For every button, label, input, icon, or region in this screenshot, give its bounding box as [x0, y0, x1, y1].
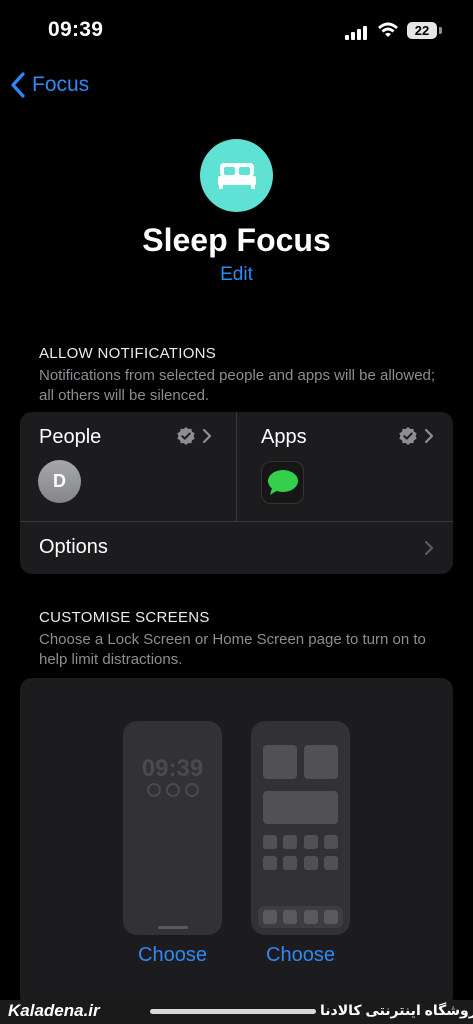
widget-placeholder — [263, 745, 297, 779]
section-description-customise-screens: Choose a Lock Screen or Home Screen page… — [39, 631, 426, 668]
battery-tip — [439, 27, 442, 34]
dock-app-placeholder — [304, 910, 318, 924]
app-placeholder — [263, 856, 277, 870]
lock-screen-preview[interactable]: 09:39 — [123, 721, 222, 935]
home-indicator — [150, 1009, 316, 1014]
chevron-right-icon — [202, 428, 212, 444]
chevron-right-icon — [424, 428, 434, 444]
app-placeholder — [324, 856, 338, 870]
edit-button[interactable]: Edit — [0, 264, 473, 286]
section-header-allow-notifications: ALLOW NOTIFICATIONS — [39, 345, 217, 362]
widget-placeholder — [263, 791, 338, 824]
back-button[interactable]: Focus — [10, 70, 89, 100]
battery-icon: 22 — [407, 22, 437, 39]
avatar: D — [38, 460, 81, 503]
widget-circle — [185, 783, 199, 797]
dock-app-placeholder — [263, 910, 277, 924]
watermark-left: Kaladena.ir — [8, 1001, 100, 1020]
options-row[interactable]: Options — [20, 522, 453, 574]
dock-app-placeholder — [324, 910, 338, 924]
cellular-signal-icon — [345, 24, 371, 40]
apps-cell[interactable]: Apps — [237, 412, 453, 521]
app-placeholder — [324, 835, 338, 849]
status-time: 09:39 — [48, 18, 104, 41]
watermark-right: فروشگاه اینترنتی کالادنا — [320, 1002, 473, 1018]
chevron-right-icon — [424, 540, 434, 556]
chevron-left-icon — [11, 72, 25, 98]
dock — [258, 906, 343, 928]
people-cell[interactable]: People D — [20, 412, 236, 521]
widget-placeholder — [304, 745, 338, 779]
apps-label: Apps — [261, 426, 307, 448]
bed-icon — [200, 139, 273, 212]
app-placeholder — [283, 835, 297, 849]
options-label: Options — [39, 536, 108, 558]
page-title: Sleep Focus — [142, 222, 331, 258]
verified-badge-icon — [177, 427, 195, 445]
customise-screens-card: 09:39 Choose Choose — [20, 678, 453, 1008]
app-placeholder — [304, 835, 318, 849]
choose-home-screen-button[interactable]: Choose — [251, 944, 350, 967]
widget-circle — [166, 783, 180, 797]
section-header-customise-screens: CUSTOMISE SCREENS — [39, 609, 210, 626]
lock-screen-time: 09:39 — [141, 755, 204, 782]
widget-circle — [147, 783, 161, 797]
section-description-allow-notifications: Notifications from selected people and a… — [39, 367, 436, 404]
wifi-icon — [377, 21, 399, 39]
choose-lock-screen-button[interactable]: Choose — [123, 944, 222, 967]
home-indicator — [158, 926, 188, 929]
notifications-card: People D Apps Options — [20, 412, 453, 574]
home-screen-preview[interactable] — [251, 721, 350, 935]
messages-icon — [261, 461, 304, 504]
dock-app-placeholder — [283, 910, 297, 924]
people-label: People — [39, 426, 102, 448]
app-placeholder — [304, 856, 318, 870]
verified-badge-icon — [399, 427, 417, 445]
app-placeholder — [263, 835, 277, 849]
back-label: Focus — [32, 73, 90, 96]
app-placeholder — [283, 856, 297, 870]
